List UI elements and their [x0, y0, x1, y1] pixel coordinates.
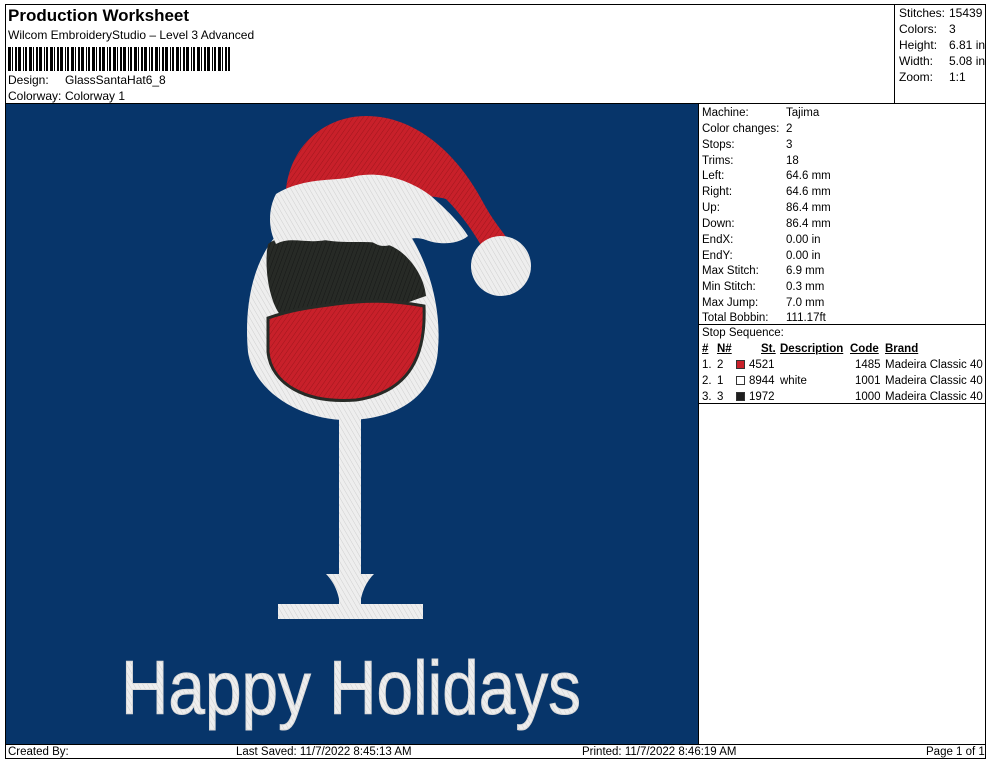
barcode — [8, 47, 230, 71]
col-stitches: St. — [761, 343, 776, 355]
design-value: GlassSantaHat6_8 — [65, 73, 166, 87]
software-name: Wilcom EmbroideryStudio – Level 3 Advanc… — [8, 28, 255, 42]
design-label: Design: — [8, 73, 49, 87]
stop-sequence-title: Stop Sequence: — [702, 327, 784, 339]
worksheet-header: Production Worksheet Wilcom EmbroiderySt… — [8, 6, 888, 76]
colorway-label: Colorway: — [8, 89, 62, 103]
colorway-value: Colorway 1 — [65, 89, 126, 103]
color-swatch — [736, 392, 745, 401]
printed-date: Printed: 11/7/2022 8:46:19 AM — [582, 746, 737, 758]
footer-divider — [5, 744, 986, 745]
design-canvas: Happy Holidays — [6, 104, 698, 744]
color-swatch — [736, 376, 745, 385]
embroidery-design: Happy Holidays — [121, 116, 582, 732]
col-description: Description — [780, 343, 844, 355]
col-num: # — [702, 343, 709, 355]
glass-stem-flare — [326, 574, 374, 608]
col-code: Code — [850, 343, 879, 355]
col-needle: N# — [717, 343, 732, 355]
col-brand: Brand — [885, 343, 919, 355]
created-by: Created By: — [8, 746, 69, 758]
page-title: Production Worksheet — [8, 6, 190, 25]
summary-box: Stitches: 15439 Colors: 3 Height: 6.81 in W… — [894, 4, 986, 104]
glass-base — [278, 604, 423, 619]
hat-pompom — [471, 236, 531, 296]
last-saved: Last Saved: 11/7/2022 8:45:13 AM — [236, 746, 412, 758]
design-text: Happy Holidays — [121, 646, 581, 731]
panel-divider — [698, 103, 699, 744]
page-number: Page 1 of 1 — [926, 746, 985, 758]
color-swatch — [736, 360, 745, 369]
